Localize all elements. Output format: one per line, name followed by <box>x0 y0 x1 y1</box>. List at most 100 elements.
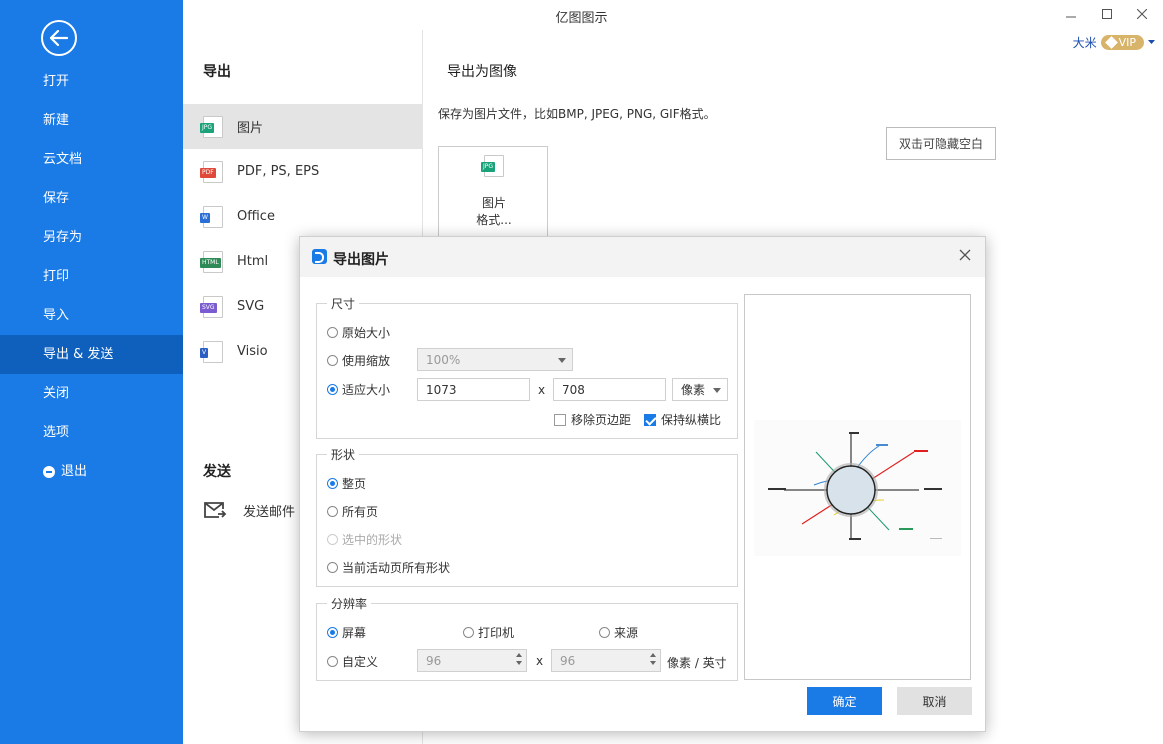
sidebar-item-label: 关闭 <box>43 386 70 401</box>
sidebar-item-label: 选项 <box>43 425 70 440</box>
radio-original-size[interactable]: 原始大小 <box>327 324 390 341</box>
checkbox <box>644 413 656 426</box>
export-image-description: 保存为图片文件，比如BMP, JPEG, PNG, GIF格式。 <box>438 107 716 121</box>
radio-button <box>327 384 338 395</box>
export-item-label: 图片 <box>237 121 264 136</box>
radio-selected-shapes[interactable]: 选中的形状 <box>327 531 402 548</box>
radio-screen[interactable]: 屏幕 <box>327 624 366 641</box>
word-file-icon: W <box>200 205 223 228</box>
jpg-file-icon: JPG <box>200 115 223 138</box>
radio-label: 屏幕 <box>342 626 367 640</box>
ok-button[interactable]: 确定 <box>807 687 882 715</box>
radio-fit-size[interactable]: 适应大小 <box>327 381 390 398</box>
card-line-1: 图片 <box>481 196 506 210</box>
preview-panel <box>744 294 971 680</box>
resolution-group-label: 分辨率 <box>327 595 372 612</box>
export-item-office[interactable]: W Office <box>183 194 423 239</box>
sidebar-nav: 打开 新建 云文档 保存 另存为 打印 导入 导出 & 发送 关闭 选项 退出 <box>0 62 183 491</box>
size-group: 尺寸 原始大小 使用缩放 100% 适应大小 1073 x 708 像素 移除页… <box>316 295 738 439</box>
radio-current-page-shapes[interactable]: 当前活动页所有形状 <box>327 559 450 576</box>
export-image-dialog: 导出图片 尺寸 原始大小 使用缩放 100% 适应大小 1073 x 708 像… <box>299 236 986 732</box>
cancel-button[interactable]: 取消 <box>897 687 972 715</box>
sidebar-item-label: 保存 <box>43 191 70 206</box>
back-button[interactable] <box>41 20 77 56</box>
radio-button <box>327 506 338 517</box>
size-group-label: 尺寸 <box>327 295 360 312</box>
sidebar-item-import[interactable]: 导入 <box>0 296 183 335</box>
sidebar-item-exit[interactable]: 退出 <box>0 452 183 491</box>
sidebar-item-new[interactable]: 新建 <box>0 101 183 140</box>
checkbox-label: 保持纵横比 <box>661 413 722 427</box>
checkbox-keep-ratio[interactable]: 保持纵横比 <box>644 411 721 428</box>
dimension-separator: x <box>538 383 546 397</box>
radio-button <box>327 478 338 489</box>
sidebar-item-cloud[interactable]: 云文档 <box>0 140 183 179</box>
dpi-y-stepper[interactable]: 96 <box>551 649 661 672</box>
svg-file-icon: SVG <box>200 295 223 318</box>
send-mail-label: 发送邮件 <box>243 504 296 520</box>
checkbox <box>554 413 566 426</box>
sidebar-item-label: 打开 <box>43 74 70 89</box>
chevron-down-icon <box>558 358 566 363</box>
sidebar-item-close[interactable]: 关闭 <box>0 374 183 413</box>
sidebar-item-open[interactable]: 打开 <box>0 62 183 101</box>
minimize-button[interactable] <box>1063 6 1079 22</box>
export-item-image[interactable]: JPG 图片 <box>183 104 423 149</box>
dpi-unit-label: 像素 / 英寸 <box>667 656 727 670</box>
radio-whole-page[interactable]: 整页 <box>327 475 366 492</box>
sidebar-item-label: 退出 <box>61 464 88 479</box>
radio-label: 打印机 <box>478 626 515 640</box>
unit-value: 像素 <box>681 383 706 397</box>
radio-button <box>327 562 338 573</box>
dialog-close-button[interactable] <box>959 247 971 265</box>
spin-arrows-icon <box>650 653 656 665</box>
export-item-pdf[interactable]: PDF PDF, PS, EPS <box>183 149 423 194</box>
image-format-label: 图片 格式... <box>439 195 549 229</box>
width-input[interactable]: 1073 <box>417 378 530 401</box>
image-format-card[interactable]: JPG 图片 格式... <box>438 146 548 246</box>
close-window-button[interactable] <box>1134 6 1150 22</box>
radio-source[interactable]: 来源 <box>599 624 638 641</box>
sidebar: 打开 新建 云文档 保存 另存为 打印 导入 导出 & 发送 关闭 选项 退出 <box>0 0 183 744</box>
chevron-down-icon <box>713 388 721 393</box>
sidebar-item-print[interactable]: 打印 <box>0 257 183 296</box>
checkbox-label: 移除页边距 <box>571 413 632 427</box>
height-input[interactable]: 708 <box>553 378 666 401</box>
app-title: 亿图图示 <box>555 11 608 26</box>
zoom-select[interactable]: 100% <box>417 348 573 371</box>
export-item-label: Visio <box>237 344 268 359</box>
radio-use-zoom[interactable]: 使用缩放 <box>327 352 390 369</box>
send-heading: 发送 <box>203 464 231 480</box>
sidebar-item-label: 导入 <box>43 308 70 323</box>
maximize-button[interactable] <box>1099 6 1115 22</box>
radio-custom[interactable]: 自定义 <box>327 653 378 670</box>
close-icon <box>959 249 971 261</box>
hide-blank-button[interactable]: 双击可隐藏空白 <box>886 127 996 160</box>
radio-all-pages[interactable]: 所有页 <box>327 503 378 520</box>
width-value: 1073 <box>426 382 457 397</box>
dpi-separator: x <box>536 654 544 668</box>
send-mail-item[interactable]: 发送邮件 <box>203 500 295 520</box>
app-logo-icon <box>312 249 327 264</box>
checkbox-remove-margin[interactable]: 移除页边距 <box>554 411 631 428</box>
close-icon <box>1137 9 1147 19</box>
sidebar-item-label: 云文档 <box>43 152 83 167</box>
export-item-label: SVG <box>237 299 265 314</box>
export-heading: 导出 <box>203 64 231 80</box>
file-tag: V <box>200 347 209 358</box>
export-item-label: Html <box>237 254 269 269</box>
sidebar-item-export-send[interactable]: 导出 & 发送 <box>0 335 183 374</box>
radio-printer[interactable]: 打印机 <box>463 624 514 641</box>
resolution-group: 分辨率 屏幕 打印机 来源 自定义 96 x 96 像素 / 英寸 <box>316 595 738 681</box>
sidebar-item-label: 打印 <box>43 269 70 284</box>
file-tag: JPG <box>481 162 496 172</box>
maximize-icon <box>1102 9 1112 19</box>
export-image-heading: 导出为图像 <box>447 64 517 80</box>
dpi-x-stepper[interactable]: 96 <box>417 649 527 672</box>
sidebar-item-save[interactable]: 保存 <box>0 179 183 218</box>
unit-select[interactable]: 像素 <box>672 378 728 401</box>
sidebar-item-save-as[interactable]: 另存为 <box>0 218 183 257</box>
sidebar-item-options[interactable]: 选项 <box>0 413 183 452</box>
card-line-2: 格式... <box>476 213 512 227</box>
sidebar-item-label: 新建 <box>43 113 70 128</box>
